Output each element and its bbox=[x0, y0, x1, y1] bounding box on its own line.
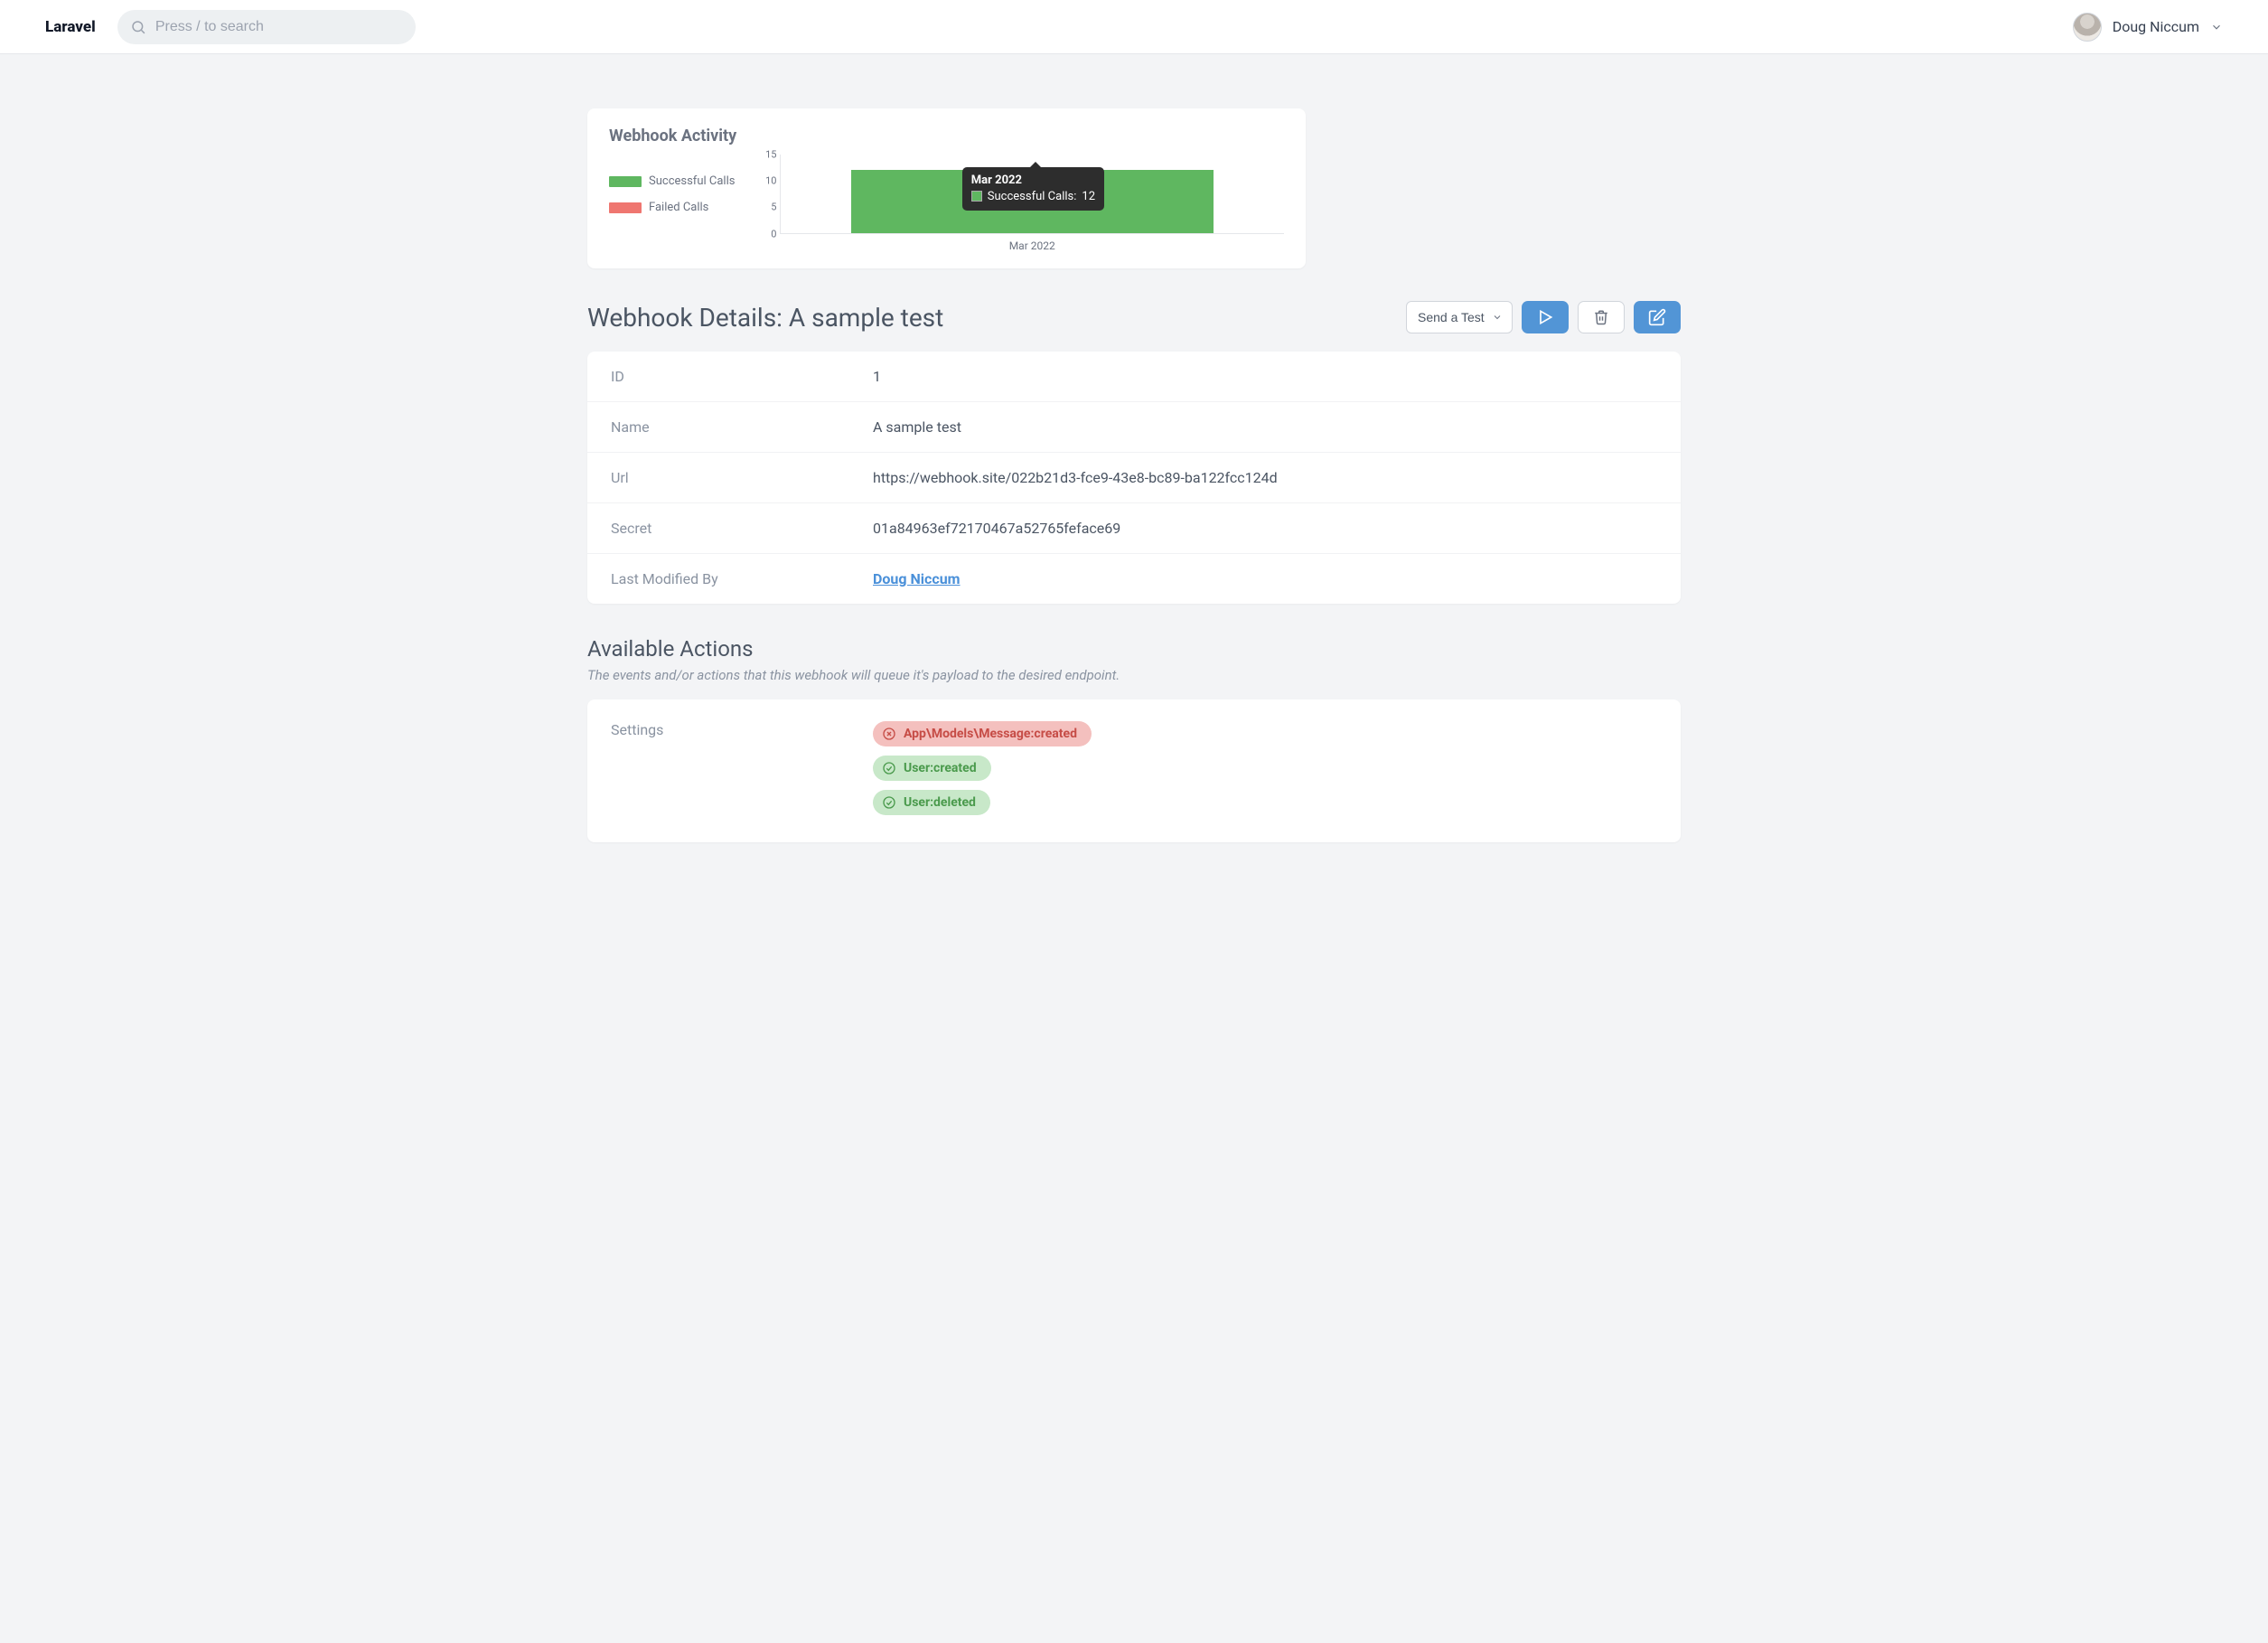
actions-title: Available Actions bbox=[587, 636, 1681, 662]
run-button[interactable] bbox=[1522, 301, 1569, 333]
x-circle-icon bbox=[882, 727, 896, 741]
user-menu[interactable]: Doug Niccum bbox=[2073, 13, 2223, 42]
delete-button[interactable] bbox=[1578, 301, 1625, 333]
avatar bbox=[2073, 13, 2102, 42]
detail-row-id: ID 1 bbox=[587, 352, 1681, 402]
page-title: Webhook Details: A sample test bbox=[587, 303, 943, 333]
modified-by-link[interactable]: Doug Niccum bbox=[873, 570, 961, 587]
user-name: Doug Niccum bbox=[2113, 18, 2199, 35]
brand-logo[interactable]: Laravel bbox=[45, 18, 96, 36]
swatch-red bbox=[609, 202, 642, 213]
search-box[interactable] bbox=[117, 10, 416, 44]
chart-tooltip: Mar 2022 Successful Calls: 12 bbox=[962, 167, 1104, 211]
tooltip-swatch bbox=[971, 191, 982, 202]
edit-icon bbox=[1648, 308, 1666, 326]
check-circle-icon bbox=[882, 761, 896, 775]
check-circle-icon bbox=[882, 795, 896, 810]
detail-row-name: Name A sample test bbox=[587, 402, 1681, 453]
search-icon bbox=[130, 18, 146, 36]
chart-x-label: Mar 2022 bbox=[780, 239, 1284, 252]
trash-icon bbox=[1593, 309, 1609, 325]
details-card: ID 1 Name A sample test Url https://webh… bbox=[587, 352, 1681, 604]
action-pill[interactable]: User:created bbox=[873, 756, 991, 781]
action-pill-label: App\Models\Message:created bbox=[904, 727, 1077, 741]
swatch-green bbox=[609, 176, 642, 187]
top-bar: Laravel Doug Niccum bbox=[0, 0, 2268, 54]
webhook-activity-card: Webhook Activity Successful Calls Failed… bbox=[587, 108, 1306, 268]
actions-card: Settings App\Models\Message:created User:… bbox=[587, 699, 1681, 842]
chart-title: Webhook Activity bbox=[609, 127, 1284, 146]
search-input[interactable] bbox=[155, 19, 403, 35]
action-pill[interactable]: App\Models\Message:created bbox=[873, 721, 1092, 746]
detail-row-modified-by: Last Modified By Doug Niccum bbox=[587, 554, 1681, 604]
detail-row-url: Url https://webhook.site/022b21d3-fce9-4… bbox=[587, 453, 1681, 503]
chevron-down-icon bbox=[2210, 21, 2223, 33]
action-pill[interactable]: User:deleted bbox=[873, 790, 990, 815]
legend-success: Successful Calls bbox=[609, 174, 735, 188]
chart-legend: Successful Calls Failed Calls bbox=[609, 155, 735, 227]
send-test-select[interactable]: Send a Test bbox=[1406, 301, 1513, 333]
chart-plot: 15 10 5 0 Mar 2022 Successful Calls: 12 bbox=[760, 155, 1284, 252]
edit-button[interactable] bbox=[1634, 301, 1681, 333]
details-header-row: Webhook Details: A sample test Send a Te… bbox=[587, 301, 1681, 333]
actions-settings-label: Settings bbox=[611, 721, 873, 815]
detail-row-secret: Secret 01a84963ef72170467a52765feface69 bbox=[587, 503, 1681, 554]
legend-failed: Failed Calls bbox=[609, 201, 735, 214]
actions-subtitle: The events and/or actions that this webh… bbox=[587, 667, 1681, 683]
action-pill-label: User:created bbox=[904, 761, 977, 775]
action-pill-label: User:deleted bbox=[904, 795, 976, 810]
actions-pill-list: App\Models\Message:created User:created Us… bbox=[873, 721, 1092, 815]
play-icon bbox=[1536, 308, 1554, 326]
